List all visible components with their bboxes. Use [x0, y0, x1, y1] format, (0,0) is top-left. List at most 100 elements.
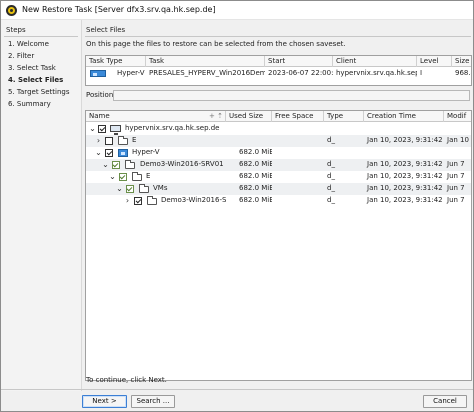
tree-row-modified: Jun 7 — [447, 196, 465, 204]
tree-row-modified: Jan 10 — [447, 136, 469, 144]
chevron-down-icon[interactable]: ⌄ — [94, 148, 103, 157]
tree-row-created: Jan 10, 2023, 9:31:42 AM — [367, 196, 444, 204]
title-divider — [85, 36, 471, 37]
tree-row-type: d_ — [327, 160, 335, 168]
task-name-cell: PRESALES_HYPERV_Win2016Demo3... — [149, 69, 265, 77]
tree-row-type: d_ — [327, 196, 335, 204]
col-size[interactable]: Size — [452, 56, 471, 67]
folder-icon — [147, 196, 157, 205]
tree-row[interactable]: ⌄ Hyper-V 682.0 MiB — [86, 147, 471, 159]
tree-row-type: d_ — [327, 184, 335, 192]
col-used-size[interactable]: Used Size — [226, 111, 272, 122]
tree-row[interactable]: ⌄ VMs 682.0 MiB d_ Jan 10, 2023, 9:31:42… — [86, 183, 471, 195]
file-tree-table: Name + ⇡ Used Size Free Space Type Creat… — [85, 110, 472, 381]
folder-icon — [132, 172, 142, 181]
step-filter: 2. Filter — [8, 52, 35, 60]
position-label: Position: — [86, 91, 116, 99]
task-table: Task Type Task Start Client Level Size H… — [85, 55, 472, 86]
tree-row-name: Demo3-Win2016-SRV01 — [140, 160, 224, 168]
chevron-down-icon[interactable]: ⌄ — [88, 124, 97, 133]
next-button[interactable]: Next > — [82, 395, 127, 408]
tree-row-used-size: 682.0 MiB — [239, 148, 272, 156]
step-summary: 6. Summary — [8, 100, 51, 108]
task-start-cell: 2023-06-07 22:00:02 — [268, 69, 333, 77]
select-checkbox[interactable] — [126, 185, 134, 193]
footer-divider — [1, 389, 473, 390]
task-type-cell: Hyper-V — [117, 69, 145, 77]
tree-row-modified: Jun 7 — [447, 160, 465, 168]
col-task-type[interactable]: Task Type — [86, 56, 146, 67]
tree-row[interactable]: › Demo3-Win2016-SR... 682.0 MiB d_ Jan 1… — [86, 195, 471, 207]
task-row[interactable]: Hyper-V PRESALES_HYPERV_Win2016Demo3... … — [86, 68, 471, 80]
tree-row-created: Jan 10, 2023, 9:31:42 AM — [367, 160, 444, 168]
step-select-task: 3. Select Task — [8, 64, 56, 72]
col-creation-time[interactable]: Creation Time — [364, 111, 444, 122]
select-checkbox[interactable] — [134, 197, 142, 205]
chevron-down-icon[interactable]: ⌄ — [115, 184, 124, 193]
chevron-down-icon[interactable]: ⌄ — [108, 172, 117, 181]
chevron-right-icon[interactable]: › — [123, 196, 132, 205]
cancel-button[interactable]: Cancel — [423, 395, 467, 408]
tree-row-name: E — [132, 136, 137, 144]
tree-row-name: Hyper-V — [132, 148, 160, 156]
task-table-header: Task Type Task Start Client Level Size — [86, 56, 471, 67]
file-tree-header: Name + ⇡ Used Size Free Space Type Creat… — [86, 111, 471, 122]
folder-icon — [125, 160, 135, 169]
search-button[interactable]: Search ... — [131, 395, 175, 408]
tree-row-type: d_ — [327, 172, 335, 180]
tree-row-used-size: 682.0 MiB — [239, 172, 272, 180]
hyperv-icon — [118, 149, 128, 157]
steps-divider — [4, 36, 78, 37]
tree-row-name: E — [146, 172, 151, 180]
tree-row-created: Jan 10, 2023, 9:31:42 AM — [367, 136, 444, 144]
select-checkbox[interactable] — [105, 137, 113, 145]
sort-arrows-icon: + ⇡ — [209, 112, 223, 120]
app-logo-icon — [6, 5, 17, 16]
tree-row-modified: Jun 7 — [447, 184, 465, 192]
title-bar[interactable]: New Restore Task [Server dfx3.srv.qa.hk.… — [1, 1, 473, 20]
select-checkbox[interactable] — [112, 161, 120, 169]
tree-row-name: hypervnix.srv.qa.hk.sep.de — [125, 124, 220, 132]
chevron-right-icon[interactable]: › — [94, 136, 103, 145]
col-level[interactable]: Level — [417, 56, 452, 67]
select-checkbox[interactable] — [105, 149, 113, 157]
steps-title: Steps — [6, 26, 26, 34]
computer-icon — [110, 125, 121, 135]
tree-row[interactable]: ⌄ Demo3-Win2016-SRV01 682.0 MiB d_ Jan 1… — [86, 159, 471, 171]
select-checkbox[interactable] — [119, 173, 127, 181]
tree-row-created: Jan 10, 2023, 9:31:42 AM — [367, 172, 444, 180]
tree-row-used-size: 682.0 MiB — [239, 196, 272, 204]
tree-row[interactable]: › E d_ Jan 10, 2023, 9:31:42 AM Jan 10 — [86, 135, 471, 147]
step-select-files: 4. Select Files — [8, 76, 64, 84]
tree-row-used-size: 682.0 MiB — [239, 160, 272, 168]
task-level-cell: I — [420, 69, 423, 77]
col-type[interactable]: Type — [324, 111, 364, 122]
chevron-down-icon[interactable]: ⌄ — [101, 160, 110, 169]
col-free-space[interactable]: Free Space — [272, 111, 324, 122]
position-field[interactable] — [113, 90, 470, 101]
hyperv-icon — [90, 70, 106, 77]
task-size-cell: 968.4 — [455, 69, 471, 77]
step-welcome: 1. Welcome — [8, 40, 49, 48]
select-checkbox[interactable] — [98, 125, 106, 133]
window-title: New Restore Task [Server dfx3.srv.qa.hk.… — [22, 5, 216, 14]
tree-row-name: Demo3-Win2016-SR... — [161, 196, 226, 204]
page-title: Select Files — [86, 26, 126, 34]
tree-row-type: d_ — [327, 136, 335, 144]
page-description: On this page the files to restore can be… — [86, 40, 346, 48]
step-target-settings: 5. Target Settings — [8, 88, 70, 96]
col-task[interactable]: Task — [146, 56, 265, 67]
col-start[interactable]: Start — [265, 56, 333, 67]
col-name-label: Name — [89, 112, 110, 120]
tree-row-name: VMs — [153, 184, 168, 192]
tree-row-created: Jan 10, 2023, 9:31:42 AM — [367, 184, 444, 192]
task-client-cell: hypervnix.srv.qa.hk.sep.de — [336, 69, 417, 77]
col-client[interactable]: Client — [333, 56, 417, 67]
tree-row[interactable]: ⌄ E 682.0 MiB d_ Jan 10, 2023, 9:31:42 A… — [86, 171, 471, 183]
tree-row[interactable]: ⌄ hypervnix.srv.qa.hk.sep.de — [86, 123, 471, 135]
continue-hint: To continue, click Next. — [86, 376, 167, 384]
col-name[interactable]: Name + ⇡ — [86, 111, 226, 122]
col-modified[interactable]: Modif — [444, 111, 471, 122]
tree-row-modified: Jun 7 — [447, 172, 465, 180]
tree-row-used-size: 682.0 MiB — [239, 184, 272, 192]
